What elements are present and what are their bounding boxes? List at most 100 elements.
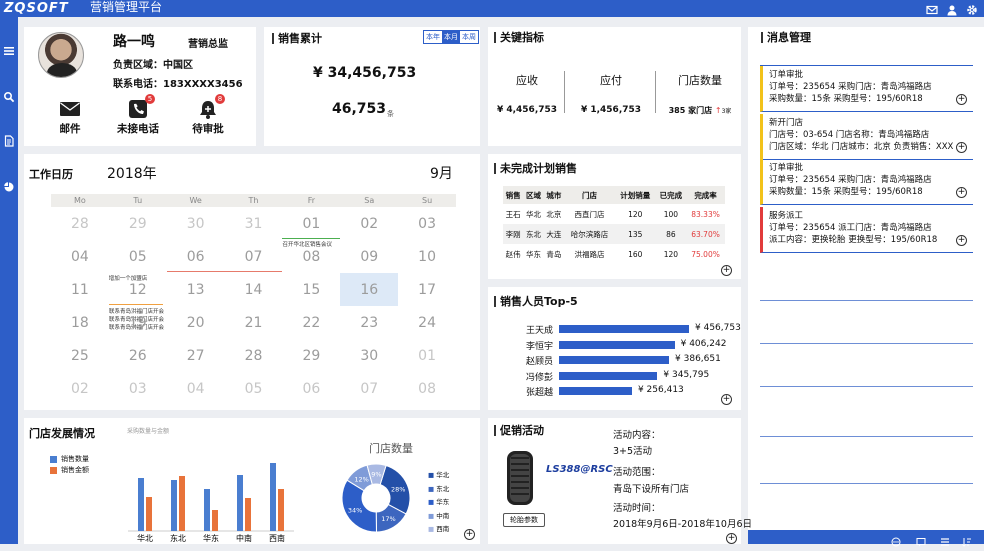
calendar-day[interactable]: 15 (282, 273, 340, 306)
bar[interactable] (212, 510, 218, 531)
message-item[interactable]: 服务派工 订单号：235654 派工门店：青岛鸿福路店 派工内容：更换轮胎 更换型号… (760, 207, 973, 253)
calendar-day[interactable]: 19 (109, 306, 167, 339)
plus-icon[interactable]: + (721, 394, 732, 405)
calendar-day[interactable]: 03 (109, 372, 167, 405)
calendar-day[interactable]: 08 (398, 372, 456, 405)
calendar-day[interactable]: 01 (282, 207, 340, 240)
calendar-day[interactable]: 24 (398, 306, 456, 339)
day-number: 24 (418, 315, 436, 331)
period-month[interactable]: 本月 (442, 31, 460, 43)
mail-icon[interactable] (926, 1, 938, 15)
plus-icon[interactable]: + (464, 529, 475, 540)
calendar-day[interactable]: 13 增加一个加盟店 (109, 271, 283, 306)
period-year[interactable]: 本年 (424, 31, 442, 43)
day-number: 17 (418, 282, 436, 298)
plus-icon[interactable]: + (956, 94, 967, 105)
x-tick-label: 中南 (236, 533, 252, 543)
donut-legend-item: ■ 西南 (428, 523, 449, 537)
message-type: 新开门店 (769, 118, 804, 128)
calendar-day[interactable]: 05 (225, 372, 283, 405)
calendar-day[interactable]: 28 (225, 339, 283, 372)
calendar-day[interactable]: 18 联系青岛洪福门店开会 联系青岛洪福门店开会 联系青岛洪福门店开会 (51, 304, 164, 339)
plus-icon[interactable]: + (956, 142, 967, 153)
calendar-day[interactable]: 06 (167, 240, 225, 273)
table-row[interactable]: 李刚 东北 大连 哈尔滨路店 135 86 63.70% (503, 224, 725, 244)
mail-action[interactable]: 邮件 (45, 99, 95, 136)
store-bar-chart: 华北 东北 华东 中南 西南 (128, 463, 294, 543)
bar[interactable] (270, 463, 276, 531)
event-marker (166, 271, 283, 272)
table-row[interactable]: 赵伟 华东 青岛 洪福路店 160 120 75.00% (503, 244, 725, 264)
calendar-day[interactable]: 16 (340, 273, 399, 306)
calendar-day[interactable]: 03 (398, 207, 456, 240)
bar[interactable] (179, 476, 185, 531)
calendar-day[interactable]: 30 (167, 207, 225, 240)
calendar-day[interactable]: 02 (51, 372, 109, 405)
calendar-day[interactable]: 28 (51, 207, 109, 240)
bar[interactable] (245, 498, 251, 531)
calendar-day[interactable]: 09 (340, 240, 398, 273)
calendar-day[interactable]: 10 (398, 240, 456, 273)
calendar-day[interactable]: 06 (282, 372, 340, 405)
bar[interactable] (204, 489, 210, 531)
gear-icon[interactable] (966, 1, 978, 15)
calendar-day[interactable]: 07 (340, 372, 398, 405)
chat-icon[interactable] (916, 532, 926, 547)
plus-icon[interactable]: + (726, 533, 737, 544)
calendar-day[interactable]: 23 (340, 306, 398, 339)
calendar-event[interactable]: 增加一个加盟店 (109, 274, 148, 282)
list-icon[interactable] (3, 42, 15, 55)
calendar-day[interactable]: 07 (225, 240, 283, 273)
calendar-day[interactable]: 20 (167, 306, 225, 339)
period-week[interactable]: 本周 (460, 31, 478, 43)
list-icon[interactable] (940, 532, 950, 546)
calendar-year[interactable]: 2018年 (107, 163, 157, 183)
tire-params-button[interactable]: 轮胎参数 (503, 513, 545, 527)
plus-icon[interactable]: + (721, 265, 732, 276)
message-line: 采购数量：15条 采购型号：195/60R18 (769, 94, 923, 104)
document-icon[interactable] (3, 132, 15, 147)
calendar-day[interactable]: 05 (109, 240, 167, 273)
calendar-event[interactable]: 召开华北区销售会议 (282, 240, 332, 248)
bar[interactable] (278, 489, 284, 531)
donut-slice-label: 9% (371, 471, 381, 479)
calendar-day[interactable]: 08 召开华北区销售会议 (282, 238, 341, 273)
calendar-day[interactable]: 29 (109, 207, 167, 240)
pie-chart-icon[interactable] (3, 178, 15, 192)
calendar-day[interactable]: 30 (340, 339, 398, 372)
calendar-day[interactable]: 04 (167, 372, 225, 405)
calendar-day[interactable]: 01 (398, 339, 456, 372)
logo: ZQSOFT (4, 1, 69, 16)
calendar-month[interactable]: 9月 (430, 163, 453, 183)
more-icon[interactable] (891, 532, 901, 547)
calendar-day[interactable]: 31 (225, 207, 283, 240)
calendar-day[interactable]: 11 (51, 273, 109, 306)
calendar-day[interactable]: 02 (340, 207, 398, 240)
calendar-day[interactable]: 14 (225, 273, 283, 306)
table-row[interactable]: 王石 华北 北京 西直门店 120 100 83.33% (503, 204, 725, 224)
calendar-day[interactable]: 26 (109, 339, 167, 372)
bar[interactable] (138, 478, 144, 531)
calendar-day[interactable]: 27 (167, 339, 225, 372)
calendar-day[interactable]: 17 (398, 273, 456, 306)
bar[interactable] (237, 475, 243, 531)
calendar-day[interactable]: 22 (282, 306, 340, 339)
sort-icon[interactable] (962, 532, 972, 547)
calendar-day[interactable]: 29 (282, 339, 340, 372)
bar[interactable] (171, 480, 177, 531)
pending-approval-action[interactable]: 8 待审批 (183, 94, 233, 136)
plus-icon[interactable]: + (956, 187, 967, 198)
message-item[interactable]: 订单审批 订单号：235654 采购门店：青岛鸿福路店 采购数量：15条 采购型号：… (760, 159, 973, 205)
message-item[interactable]: 订单审批 订单号：235654 采购门店：青岛鸿福路店 采购数量：15条 采购型号：… (760, 66, 973, 112)
day-number: 04 (186, 381, 205, 397)
search-icon[interactable] (3, 88, 15, 103)
message-item[interactable]: 新开门店 门店号：03-654 门店名称：青岛鸿福路店 门店区域：华北 门店城市：北… (760, 114, 973, 160)
day-number: 30 (186, 216, 205, 232)
missed-calls-action[interactable]: 5 未接电话 (113, 94, 163, 136)
calendar-day[interactable]: 04 (51, 240, 109, 273)
user-icon[interactable] (946, 1, 958, 16)
calendar-day[interactable]: 21 (225, 306, 283, 339)
bar[interactable] (146, 497, 152, 531)
plus-icon[interactable]: + (956, 235, 967, 246)
calendar-day[interactable]: 25 (51, 339, 109, 372)
